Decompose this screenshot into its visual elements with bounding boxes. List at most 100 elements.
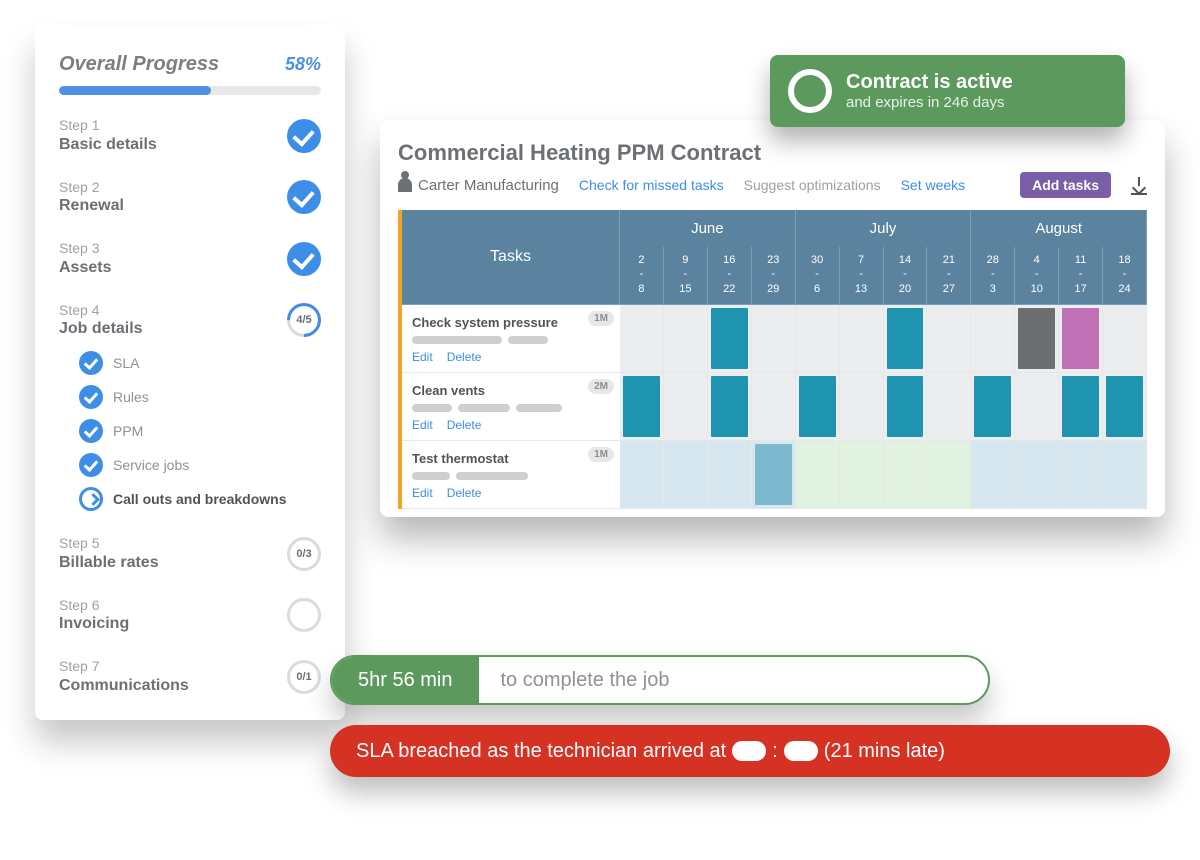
schedule-cell[interactable] — [840, 441, 884, 509]
progress-ring — [287, 598, 321, 632]
schedule-cell[interactable] — [1103, 305, 1147, 373]
step-num: Step 3 — [59, 240, 111, 258]
schedule-cell[interactable] — [927, 305, 971, 373]
delete-link[interactable]: Delete — [447, 418, 482, 432]
check-missed-link[interactable]: Check for missed tasks — [579, 177, 724, 193]
time-label: to complete the job — [479, 669, 670, 692]
download-icon[interactable] — [1131, 177, 1147, 193]
schedule-cell[interactable] — [708, 441, 752, 509]
progress-bar — [59, 86, 321, 95]
step-num: Step 1 — [59, 117, 157, 135]
check-icon — [79, 453, 103, 477]
check-icon — [287, 242, 321, 276]
step-num: Step 7 — [59, 658, 189, 676]
schedule-cell[interactable] — [620, 373, 664, 441]
task-name: Test thermostat — [412, 451, 610, 466]
substep[interactable]: Service jobs — [79, 453, 321, 477]
delete-link[interactable]: Delete — [447, 350, 482, 364]
tasks-column-header: Tasks — [402, 210, 620, 305]
schedule-cell[interactable] — [1103, 441, 1147, 509]
step-name[interactable]: Basic details — [59, 135, 157, 155]
ppm-schedule-card: Commercial Heating PPM Contract Carter M… — [380, 120, 1165, 517]
progress-percent: 58% — [285, 54, 321, 75]
month-header: July — [796, 210, 972, 247]
schedule-cell[interactable] — [1103, 373, 1147, 441]
step-name[interactable]: Communications — [59, 676, 189, 696]
schedule-cell[interactable] — [620, 441, 664, 509]
task-row: Check system pressure 1M Edit Delete — [402, 305, 620, 373]
schedule-cell[interactable] — [752, 305, 796, 373]
schedule-cell[interactable] — [664, 305, 708, 373]
check-icon — [79, 419, 103, 443]
schedule-cell[interactable] — [884, 373, 928, 441]
schedule-cell[interactable] — [971, 373, 1015, 441]
check-icon — [79, 385, 103, 409]
substep[interactable]: Rules — [79, 385, 321, 409]
substep[interactable]: PPM — [79, 419, 321, 443]
delete-link[interactable]: Delete — [447, 486, 482, 500]
week-header: 16-22 — [708, 247, 752, 305]
progress-ring: 0/3 — [287, 537, 321, 571]
set-weeks-link[interactable]: Set weeks — [901, 177, 966, 193]
schedule-cell[interactable] — [796, 441, 840, 509]
schedule-cell[interactable] — [708, 373, 752, 441]
step-name[interactable]: Job details — [59, 319, 143, 339]
month-header: June — [620, 210, 796, 247]
step-num: Step 5 — [59, 535, 159, 553]
schedule-cell[interactable] — [664, 441, 708, 509]
schedule-cell[interactable] — [971, 305, 1015, 373]
step-name[interactable]: Assets — [59, 258, 111, 278]
schedule-cell[interactable] — [752, 373, 796, 441]
schedule-cell[interactable] — [971, 441, 1015, 509]
schedule-cell[interactable] — [620, 305, 664, 373]
schedule-cell[interactable] — [708, 305, 752, 373]
task-row: Clean vents 2M EditDelete — [402, 373, 620, 441]
schedule-cell[interactable] — [884, 305, 928, 373]
schedule-cell[interactable] — [752, 441, 796, 509]
week-header: 2-8 — [620, 247, 664, 305]
edit-link[interactable]: Edit — [412, 350, 433, 364]
substep[interactable]: SLA — [79, 351, 321, 375]
substep-current[interactable]: Call outs and breakdowns — [79, 487, 321, 511]
week-header: 28-3 — [971, 247, 1015, 305]
ppm-grid: Tasks June July August 2-8 9-15 16-22 23… — [398, 210, 1147, 509]
schedule-cell[interactable] — [796, 373, 840, 441]
schedule-cell[interactable] — [664, 373, 708, 441]
schedule-cell[interactable] — [927, 441, 971, 509]
schedule-cell[interactable] — [1015, 305, 1059, 373]
schedule-cell[interactable] — [1059, 373, 1103, 441]
schedule-cell[interactable] — [1059, 305, 1103, 373]
schedule-cell[interactable] — [796, 305, 840, 373]
step-name[interactable]: Billable rates — [59, 553, 159, 573]
redacted-hour — [732, 741, 766, 761]
breach-text-prefix: SLA breached as the technician arrived a… — [356, 740, 726, 763]
edit-link[interactable]: Edit — [412, 418, 433, 432]
schedule-cell[interactable] — [1015, 441, 1059, 509]
edit-link[interactable]: Edit — [412, 486, 433, 500]
task-name: Clean vents — [412, 383, 610, 398]
week-header: 7-13 — [840, 247, 884, 305]
sla-breach-pill: SLA breached as the technician arrived a… — [330, 725, 1170, 777]
breach-text-suffix: (21 mins late) — [824, 740, 945, 763]
add-tasks-button[interactable]: Add tasks — [1020, 172, 1111, 198]
task-name: Check system pressure — [412, 315, 610, 330]
step-name[interactable]: Invoicing — [59, 614, 129, 634]
week-header: 14-20 — [884, 247, 928, 305]
check-icon — [287, 119, 321, 153]
progress-panel: Overall Progress 58% Step 1Basic details… — [35, 25, 345, 720]
frequency-badge: 1M — [588, 311, 614, 326]
step-name[interactable]: Renewal — [59, 196, 124, 216]
schedule-cell[interactable] — [1015, 373, 1059, 441]
check-icon — [79, 351, 103, 375]
schedule-cell[interactable] — [1059, 441, 1103, 509]
schedule-cell[interactable] — [884, 441, 928, 509]
schedule-cell[interactable] — [840, 305, 884, 373]
suggest-optimizations[interactable]: Suggest optimizations — [744, 177, 881, 193]
customer-chip[interactable]: Carter Manufacturing — [398, 177, 559, 194]
chevron-right-icon — [79, 487, 103, 511]
schedule-cell[interactable] — [927, 373, 971, 441]
step-num: Step 4 — [59, 302, 143, 320]
redacted-minute — [784, 741, 818, 761]
schedule-cell[interactable] — [840, 373, 884, 441]
status-circle-icon — [788, 69, 832, 113]
